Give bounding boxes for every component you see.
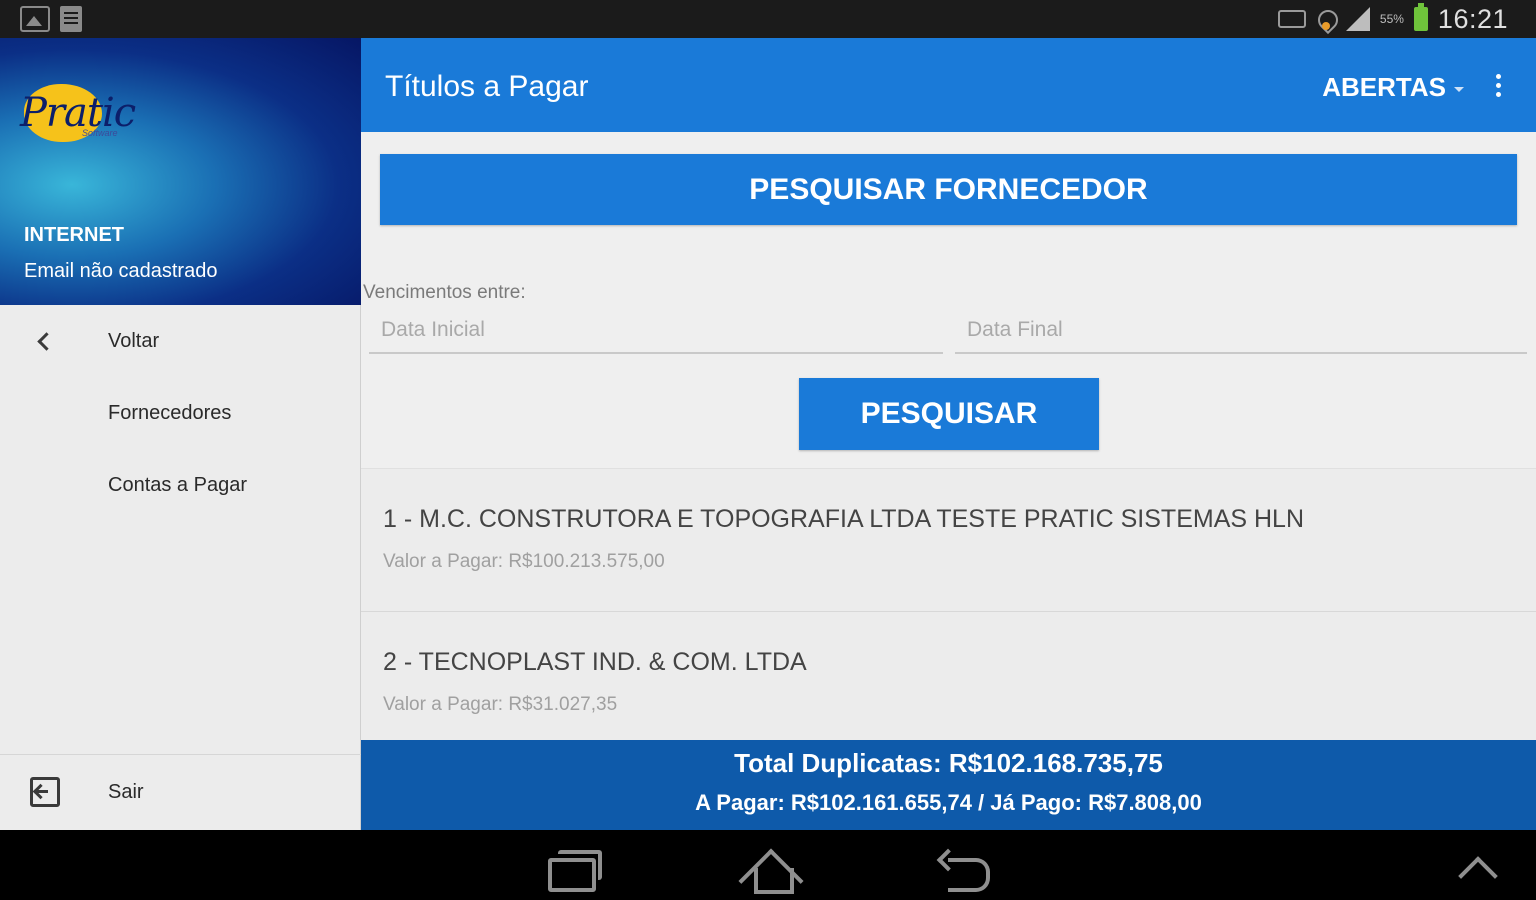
list-item-title: 2 - TECNOPLAST IND. & COM. LTDA [383,648,807,676]
drawer-item-sair[interactable]: Sair [0,756,361,828]
start-date-field[interactable]: Data Inicial [369,308,943,354]
system-nav-bar [0,830,1536,900]
list-item-amount: Valor a Pagar: R$100.213.575,00 [383,551,665,572]
drawer-item-voltar[interactable]: Voltar [0,305,361,377]
search-button[interactable]: PESQUISAR [799,378,1099,450]
image-icon [20,6,50,32]
signal-icon [1345,7,1370,31]
drawer-divider [0,754,361,755]
status-right-icons: 55% 16:21 [1277,0,1508,38]
action-bar: Títulos a Pagar ABERTAS [361,38,1536,132]
status-left-icons [20,6,82,32]
battery-icon [1413,3,1428,31]
drawer-item-contas-a-pagar[interactable]: Contas a Pagar [0,449,361,521]
status-filter-value: ABERTAS [1322,72,1446,102]
drawer-user-email: Email não cadastrado [24,260,218,282]
drawer-item-fornecedores[interactable]: Fornecedores [0,377,361,449]
drawer-header: Pratic Software INTERNET Email não cadas… [0,38,361,305]
list-item[interactable]: 1 - M.C. CONSTRUTORA E TOPOGRAFIA LTDA T… [361,469,1536,612]
battery-percent: 55% [1379,12,1404,26]
drawer-item-label: Voltar [108,329,160,352]
status-bar: 55% 16:21 [0,0,1536,38]
list-item-amount: Valor a Pagar: R$31.027,35 [383,694,618,715]
end-date-field[interactable]: Data Final [955,308,1527,354]
drawer-item-label: Contas a Pagar [108,473,247,496]
list-item[interactable]: 2 - TECNOPLAST IND. & COM. LTDA Valor a … [361,612,1536,755]
list-item-title: 1 - M.C. CONSTRUTORA E TOPOGRAFIA LTDA T… [383,505,1305,533]
clock: 16:21 [1437,3,1508,34]
back-icon[interactable] [938,850,990,892]
drawer-item-label: Fornecedores [108,401,232,424]
home-icon[interactable] [740,844,800,894]
wifi-icon [1316,8,1336,30]
mute-icon [1277,10,1306,28]
logo-subtext: Software [82,128,118,138]
drawer-item-label: Sair [108,780,144,803]
chevron-up-icon[interactable] [1454,854,1500,880]
logo-text: Pratic [20,90,136,136]
recent-apps-icon[interactable] [548,850,602,892]
drawer-user-name: INTERNET [24,224,124,246]
caret-down-icon [1454,87,1464,92]
total-duplicatas: Total Duplicatas: R$102.168.735,75 [734,748,1163,778]
totals-footer: Total Duplicatas: R$102.168.735,75 A Pag… [361,740,1536,830]
total-breakdown: A Pagar: R$102.161.655,74 / Já Pago: R$7… [695,790,1202,815]
payables-list: 1 - M.C. CONSTRUTORA E TOPOGRAFIA LTDA T… [361,468,1536,740]
status-filter-dropdown[interactable]: ABERTAS [1322,72,1464,103]
page-title: Títulos a Pagar [385,70,589,103]
overflow-menu-icon[interactable] [1496,74,1502,98]
exit-icon [30,777,60,807]
document-icon [60,6,82,32]
chevron-left-icon [30,326,60,356]
search-supplier-button[interactable]: PESQUISAR FORNECEDOR [380,154,1517,225]
due-date-label: Vencimentos entre: [363,282,526,303]
navigation-drawer: Pratic Software INTERNET Email não cadas… [0,38,361,830]
pratic-logo: Pratic Software [16,76,146,148]
main-content: Títulos a Pagar ABERTAS PESQUISAR FORNEC… [361,38,1536,830]
